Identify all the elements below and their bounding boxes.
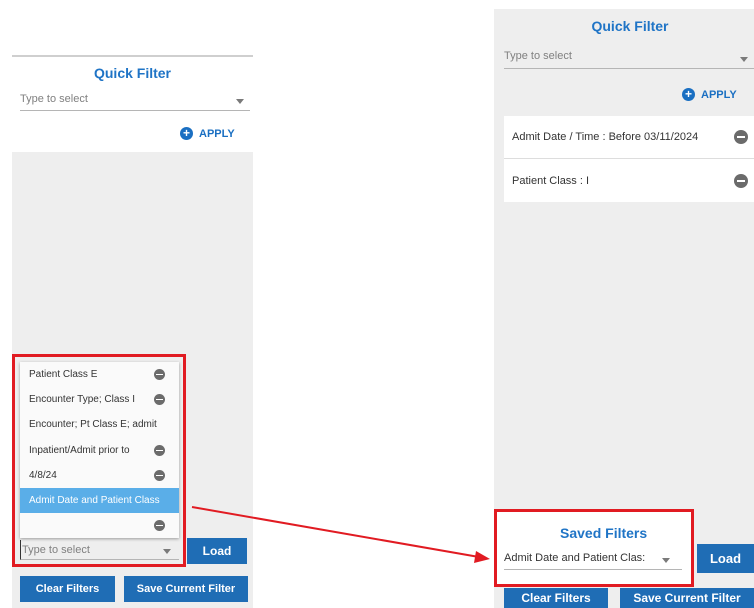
right-load-button[interactable]: Load bbox=[697, 544, 754, 573]
right-quick-filter-title: Quick Filter bbox=[591, 18, 669, 34]
minus-circle-icon[interactable] bbox=[734, 173, 748, 188]
plus-circle-icon: + bbox=[682, 88, 695, 101]
right-apply-label: APPLY bbox=[701, 88, 737, 101]
right-apply-button[interactable]: + APPLY bbox=[682, 88, 737, 101]
left-clear-filters-button[interactable]: Clear Filters bbox=[20, 576, 115, 602]
right-highlight-box bbox=[494, 509, 694, 587]
left-quick-filter-placeholder: Type to select bbox=[20, 93, 88, 105]
left-apply-button[interactable]: + APPLY bbox=[180, 127, 235, 140]
applied-filter-label: Admit Date / Time : Before 03/11/2024 bbox=[512, 131, 699, 143]
applied-filter-item: Admit Date / Time : Before 03/11/2024 bbox=[504, 116, 754, 158]
right-clear-filters-button[interactable]: Clear Filters bbox=[504, 588, 608, 608]
applied-filter-item: Patient Class : I bbox=[504, 159, 754, 202]
left-quick-filter-header: Quick Filter Type to select + APPLY bbox=[12, 57, 253, 152]
left-highlight-box bbox=[12, 354, 186, 567]
left-apply-label: APPLY bbox=[199, 127, 235, 140]
chevron-down-icon bbox=[236, 99, 244, 104]
left-load-button[interactable]: Load bbox=[187, 538, 247, 564]
applied-filter-label: Patient Class : I bbox=[512, 174, 590, 187]
left-save-current-filter-button[interactable]: Save Current Filter bbox=[124, 576, 248, 602]
plus-circle-icon: + bbox=[180, 127, 193, 140]
left-quick-filter-title: Quick Filter bbox=[93, 65, 172, 81]
right-save-current-filter-button[interactable]: Save Current Filter bbox=[620, 588, 754, 608]
minus-circle-icon[interactable] bbox=[734, 130, 748, 144]
right-quick-filter-select[interactable]: Type to select bbox=[504, 48, 754, 69]
left-quick-filter-select[interactable]: Type to select bbox=[20, 91, 250, 111]
chevron-down-icon bbox=[740, 57, 748, 62]
right-quick-filter-placeholder: Type to select bbox=[504, 50, 572, 62]
